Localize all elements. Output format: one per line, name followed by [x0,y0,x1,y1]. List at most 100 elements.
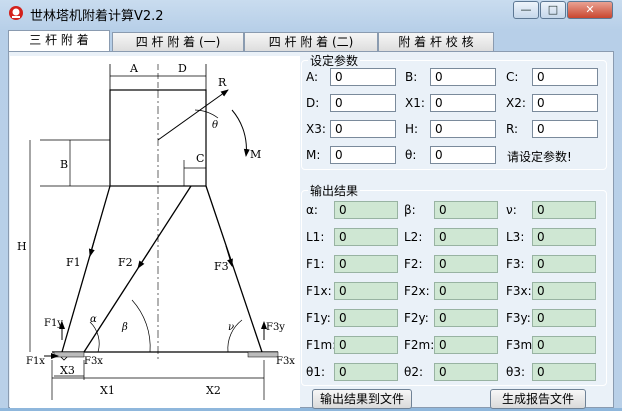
label-theta: θ [212,120,218,131]
result-label-theta3: θ3: [506,365,526,379]
label-F2: F2 [118,256,133,269]
label-D: D [178,62,187,75]
settings-title: 设定参数 [308,52,361,69]
bar-F1 [61,185,111,353]
result-value-theta1: 0 [334,363,398,381]
result-label-alpha: α: [306,203,318,217]
label-theta-field: θ: [405,148,417,162]
result-label-F2x: F2x: [404,284,430,298]
result-label-L3: L3: [506,230,525,244]
input-B[interactable]: 0 [430,68,496,86]
result-label-beta: β: [404,203,416,217]
minimize-button[interactable]: — [513,1,539,19]
label-H-field: H: [405,122,419,136]
label-X1-field: X1: [405,96,425,110]
result-label-F3: F3: [506,257,525,271]
result-value-F3m: 0 [532,336,596,354]
label-C-field: C: [506,70,519,84]
result-label-nu: ν: [506,203,517,217]
input-X2[interactable]: 0 [532,94,598,112]
input-X1[interactable]: 0 [430,94,496,112]
result-value-theta2: 0 [434,363,498,381]
result-label-F2: F2: [404,257,423,271]
generate-report-button[interactable]: 生成报告文件 [490,389,586,409]
result-value-F1y: 0 [334,309,398,327]
result-label-theta2: θ2: [404,365,424,379]
result-value-F3y: 0 [532,309,596,327]
tab-bar-check[interactable]: 附 着 杆 校 核 [378,32,494,52]
label-M: M [250,148,261,161]
input-R[interactable]: 0 [532,120,598,138]
label-B: B [60,158,68,171]
label-A: A [129,62,139,75]
app-window: 世林塔机附着计算V2.2 — □ ✕ 三 杆 附 着 四 杆 附 着 (一) 四… [0,0,622,409]
result-value-nu: 0 [532,201,596,219]
result-value-F2y: 0 [434,309,498,327]
attachment-diagram: A D R θ M B C H F1 F2 F3 α β ν F1y F1x F… [10,56,300,408]
result-label-theta1: θ1: [306,365,326,379]
results-title: 输出结果 [308,182,361,199]
result-label-F1m: F1m: [306,338,337,352]
label-C: C [196,152,204,165]
tab-four-bar-1[interactable]: 四 杆 附 着 (一) [112,32,244,52]
input-C[interactable]: 0 [532,68,598,86]
label-nu: ν [228,322,234,333]
result-label-F3x: F3x: [506,284,532,298]
result-label-L1: L1: [306,230,325,244]
input-M[interactable]: 0 [330,146,396,164]
label-F1: F1 [66,256,81,269]
label-X1: X1 [100,384,115,397]
input-theta[interactable]: 0 [430,146,496,164]
label-A-field: A: [306,70,319,84]
tab-four-bar-2[interactable]: 四 杆 附 着 (二) [244,32,378,52]
input-A[interactable]: 0 [330,68,396,86]
settings-hint: 请设定参数! [507,150,572,164]
maximize-button[interactable]: □ [540,1,566,19]
app-icon [9,6,23,20]
label-F1y: F1y [44,318,63,329]
label-X2: X2 [206,384,221,397]
result-label-F1y: F1y: [306,311,331,325]
input-H[interactable]: 0 [430,120,496,138]
title-bar: 世林塔机附着计算V2.2 — □ ✕ [0,0,622,26]
label-F3y: F3y [266,322,285,333]
label-D-field: D: [306,96,320,110]
result-value-F3x: 0 [532,282,596,300]
result-label-F2m: F2m: [404,338,435,352]
input-D[interactable]: 0 [330,94,396,112]
result-label-F1: F1: [306,257,325,271]
export-results-button[interactable]: 输出结果到文件 [312,389,412,409]
label-X2-field: X2: [506,96,526,110]
result-label-F1x: F1x: [306,284,332,298]
label-F1x: F1x [26,356,45,367]
result-value-F2m: 0 [434,336,498,354]
label-M-field: M: [306,148,321,162]
bar-F2 [83,185,192,353]
window-title: 世林塔机附着计算V2.2 [30,9,164,24]
tab-three-bar[interactable]: 三 杆 附 着 [8,30,110,52]
input-X3[interactable]: 0 [330,120,396,138]
result-value-F1: 0 [334,255,398,273]
result-value-F2x: 0 [434,282,498,300]
result-value-L2: 0 [434,228,498,246]
label-beta: β [121,322,128,333]
label-alpha: α [90,314,97,325]
result-value-theta3: 0 [532,363,596,381]
result-value-F1m: 0 [334,336,398,354]
close-button[interactable]: ✕ [567,1,613,19]
result-label-F2y: F2y: [404,311,429,325]
label-F3x-left: F3x [84,356,103,367]
result-label-F3y: F3y: [506,311,531,325]
result-value-F3: 0 [532,255,596,273]
label-H: H [17,240,27,253]
diagram-svg: A D R θ M B C H F1 F2 F3 α β ν F1y F1x F… [17,62,295,400]
result-value-L3: 0 [532,228,596,246]
label-F3x-right: F3x [276,356,295,367]
result-label-L2: L2: [404,230,423,244]
label-F3: F3 [214,260,229,273]
label-R-field: R: [506,122,519,136]
result-value-beta: 0 [434,201,498,219]
result-value-F1x: 0 [334,282,398,300]
label-R: R [218,76,227,89]
label-X3: X3 [60,364,75,377]
